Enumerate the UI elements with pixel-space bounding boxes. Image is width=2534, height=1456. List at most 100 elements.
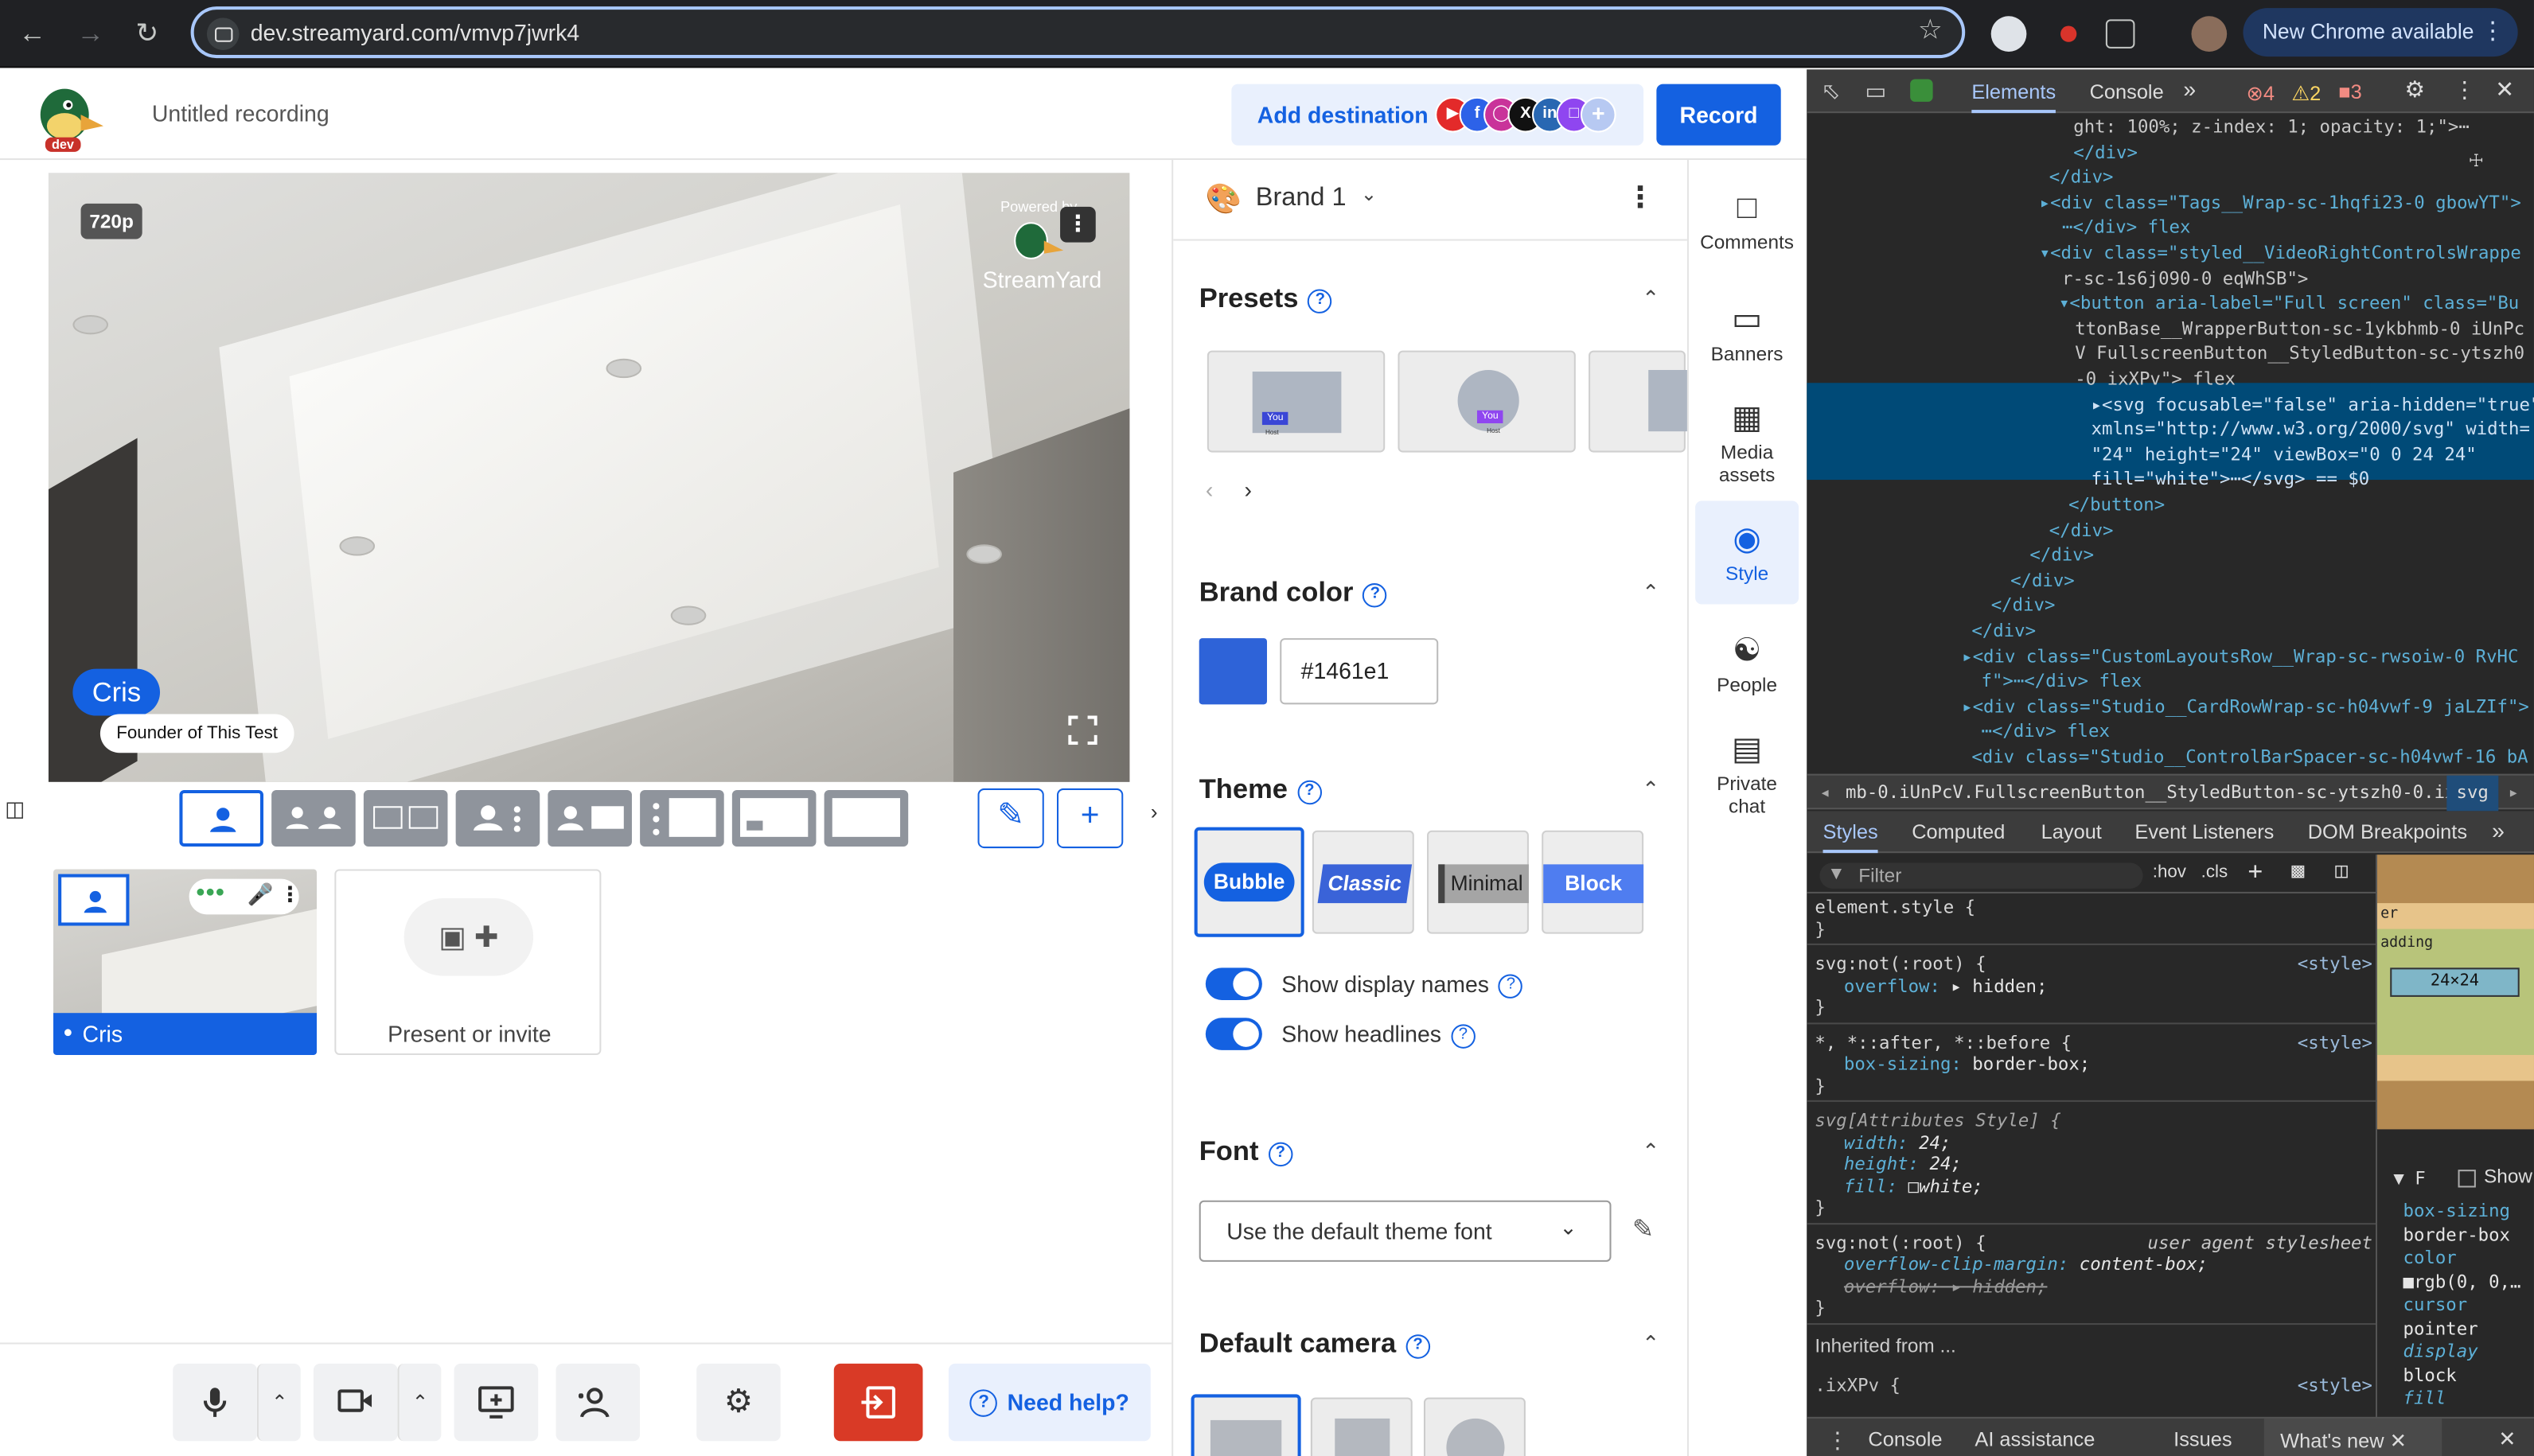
styles-tab-styles[interactable]: Styles [1823,821,1878,854]
theme-minimal[interactable]: Minimal [1427,830,1529,934]
stop-camera-button[interactable] [313,1363,398,1442]
collapse-panel-chevron-icon[interactable]: › [1151,800,1158,823]
dom-node-line[interactable]: -0 ixXPv"> flex [1807,367,2534,391]
computed-property-value[interactable]: ■rgb(0, 0,… [2403,1271,2521,1291]
devtools-tab-elements[interactable]: Elements [1971,81,2056,114]
layout-screen-pip[interactable] [731,789,817,847]
brand-color-input[interactable]: #1461e1 [1280,638,1439,705]
breadcrumb-right-chevron-icon[interactable]: ▸ [2508,776,2518,812]
style-rule-declaration[interactable]: } [1815,1075,2372,1096]
style-rule-selector[interactable]: svg:not(:root) {<style> [1815,953,2372,975]
toggle-sidebar-icon[interactable]: ◫ [2335,859,2348,883]
dom-node-line[interactable]: ▸<div class="Tags__Wrap-sc-1hqfi23-0 gbo… [1807,190,2534,214]
bookmark-star-icon[interactable]: ☆ [1918,14,1943,47]
accessibility-tree-icon[interactable]: ☩ [2470,147,2483,173]
settings-button[interactable]: ⚙ [696,1363,781,1442]
styles-tab-event-listeners[interactable]: Event Listeners [2134,821,2274,843]
extension-icon[interactable] [1990,16,2027,52]
styles-filter-input[interactable]: Filter [1819,862,2143,889]
present-or-invite-card[interactable]: ▣ ✚ Present or invite [334,869,602,1055]
left-panel-toggle[interactable]: ◫ [0,748,29,845]
dom-node-line[interactable]: f">⋯</div> flex [1807,669,2534,693]
more-style-tabs-icon[interactable]: » [2492,817,2505,843]
theme-block[interactable]: Block [1542,830,1644,934]
style-rule-selector[interactable]: svg:not(:root) {user agent stylesheet [1815,1232,2372,1253]
font-select[interactable]: Use the default theme font ⌄ [1199,1200,1612,1262]
stage-preview[interactable]: 720p Powered by StreamYard ⋮ Cris Founde… [48,173,1130,782]
back-icon[interactable]: ← [13,14,52,53]
new-chrome-available-button[interactable]: New Chrome available ⋮ [2243,8,2518,57]
presets-prev-icon[interactable]: ‹ [1206,477,1213,502]
rail-style[interactable]: ◉ Style [1695,500,1799,605]
breadcrumb[interactable]: ◂ mb-0.iUnPcV.FullscreenButton__StyledBu… [1807,773,2534,812]
help-icon[interactable]: ? [1405,1334,1430,1359]
style-rule-declaration[interactable]: height: 24; [1815,1154,2372,1175]
fullscreen-icon[interactable] [1063,715,1102,755]
drawer-tab-console[interactable]: Console [1868,1428,1942,1450]
error-count[interactable]: ⊗4 [2247,81,2275,105]
more-tabs-icon[interactable]: » [2183,76,2196,101]
camera-style-circle[interactable] [1423,1397,1526,1456]
dom-node-line[interactable]: ▸<div class="CustomLayoutsRow__Wrap-sc-r… [1807,644,2534,668]
computed-property-name[interactable]: fill [2403,1388,2446,1408]
stage-more-icon[interactable]: ⋮ [1060,206,1096,243]
theme-bubble[interactable]: Bubble [1194,827,1304,937]
warning-count[interactable]: ⚠2 [2291,81,2321,105]
brand-color-swatch[interactable] [1199,638,1267,705]
issue-count[interactable]: ■3 [2338,81,2361,103]
dom-node-line[interactable]: ght: 100%; z-index: 1; opacity: 1;">⋯ [1807,115,2534,138]
add-destination-button[interactable]: Add destination ▶ f ◯ X in □ + [1231,84,1644,146]
mute-microphone-button[interactable] [173,1363,257,1442]
help-icon[interactable]: ? [1499,974,1523,999]
dom-node-line[interactable]: </div> [1807,140,2534,164]
share-screen-button[interactable] [454,1363,539,1442]
forward-icon[interactable]: → [71,14,110,53]
style-rule-source[interactable]: <style> [2298,953,2372,975]
drawer-tab-whats-new[interactable]: What's new ✕ [2263,1418,2442,1456]
computed-property-name[interactable]: display [2403,1341,2478,1361]
camera-style-square[interactable] [1191,1394,1301,1456]
show-headlines-toggle[interactable] [1205,1018,1262,1050]
computed-property-value[interactable]: border-box [2403,1224,2510,1244]
help-icon[interactable]: ? [1363,583,1388,608]
style-rule-selector[interactable]: *, *::after, *::before {<style> [1815,1032,2372,1053]
brand-more-icon[interactable]: ⋮ [1626,181,1655,215]
dom-node-line[interactable]: </div> [1807,518,2534,542]
microphone-icon[interactable]: 🎤 [248,882,274,908]
devtools-tab-console[interactable]: Console [2090,81,2164,103]
record-button[interactable]: Record [1656,84,1781,146]
computed-property-name[interactable]: cursor [2403,1294,2468,1315]
layout-news[interactable] [548,789,632,847]
dom-node-line[interactable]: "24" height="24" viewBox="0 0 24 24" [1807,442,2534,466]
chevron-up-icon[interactable]: ⌃ [1642,1139,1659,1165]
rail-banners[interactable]: ▭ Banners [1695,298,1799,365]
rail-private-chat[interactable]: ▤ Private chat [1695,727,1799,818]
preset-solo[interactable]: You Host [1207,350,1386,453]
dom-node-line[interactable]: </div> [1807,165,2534,189]
edit-font-pencil-icon[interactable]: ✎ [1632,1213,1654,1246]
dom-node-line[interactable]: ▾<div class="styled__VideoRightControlsW… [1807,241,2534,265]
dom-node-line[interactable]: </div> [1807,568,2534,592]
breadcrumb-current[interactable]: svg [2446,775,2499,812]
microphone-options-button[interactable]: ⌃ [256,1363,301,1442]
style-rule-declaration[interactable]: } [1815,918,2372,940]
url-text[interactable]: dev.streamyard.com/vmvp7jwrk4 [251,19,579,45]
dom-node-line[interactable]: V FullscreenButton__StyledButton-sc-ytsz… [1807,341,2534,365]
show-display-names-toggle[interactable] [1205,967,1262,1000]
drawer-menu-icon[interactable]: ⋮ [1826,1427,1849,1454]
breadcrumb-left-chevron-icon[interactable]: ◂ [1819,776,1830,812]
help-icon[interactable]: ? [1268,1142,1293,1167]
computed-property-value[interactable]: block [2403,1365,2457,1385]
style-rule-selector[interactable]: element.style { [1815,897,2372,918]
layout-solo[interactable] [179,789,263,847]
layout-fullscreen[interactable] [824,789,909,847]
help-icon[interactable]: ? [1297,780,1322,805]
new-rule-icon[interactable]: + [2248,856,2263,886]
dom-node-line[interactable]: r-sc-1s6j090-0 eqWhSB"> [1807,266,2534,290]
dom-node-line[interactable]: </div> [1807,543,2534,567]
style-rule-declaration[interactable]: } [1815,997,2372,1018]
style-rule-declaration[interactable]: } [1815,1298,2372,1319]
chevron-up-icon[interactable]: ⌃ [1642,580,1659,605]
recording-extension-icon[interactable] [2051,16,2087,52]
style-rule-declaration[interactable]: } [1815,1197,2372,1219]
